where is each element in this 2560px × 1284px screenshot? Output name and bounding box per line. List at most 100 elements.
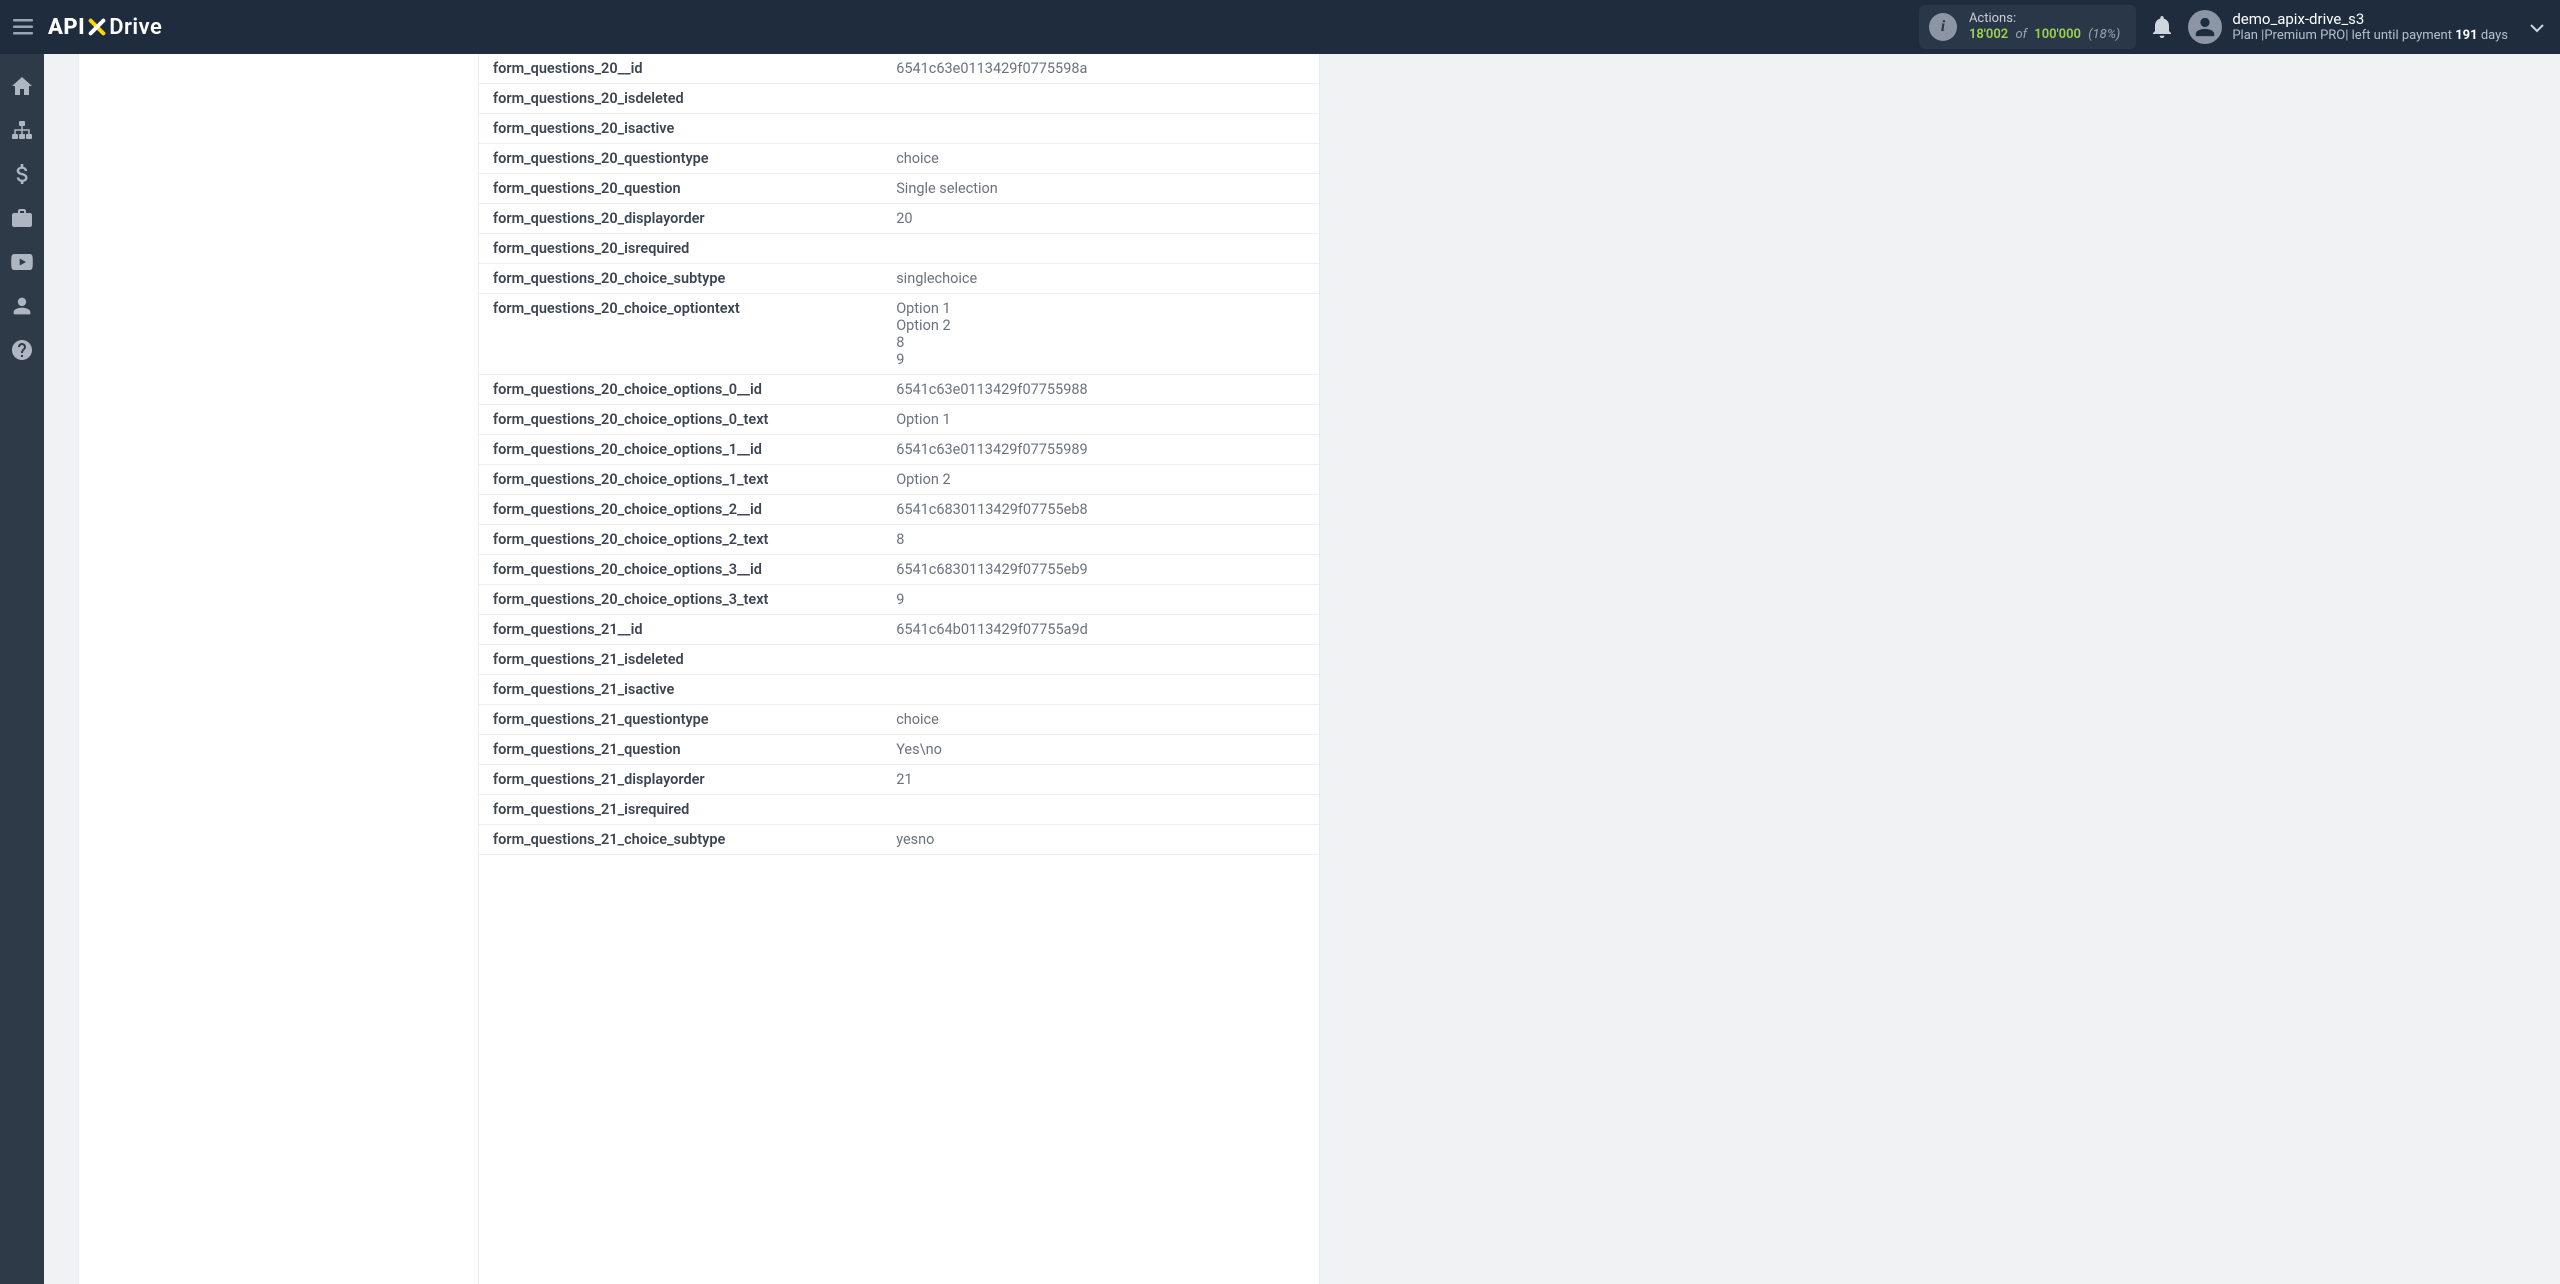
field-value: choice [882, 144, 1319, 174]
sitemap-icon[interactable] [0, 110, 44, 150]
table-row: form_questions_21__id6541c64b0113429f077… [479, 615, 1319, 645]
table-row: form_questions_21_isactive [479, 675, 1319, 705]
user-name: demo_apix-drive_s3 [2232, 10, 2508, 29]
field-key: form_questions_21_isdeleted [479, 645, 882, 675]
field-value [882, 114, 1319, 144]
field-value [882, 675, 1319, 705]
dollar-icon[interactable] [0, 154, 44, 194]
field-value: yesno [882, 825, 1319, 855]
field-value: 21 [882, 765, 1319, 795]
table-row: form_questions_20_isactive [479, 114, 1319, 144]
table-row: form_questions_20_questionSingle selecti… [479, 174, 1319, 204]
field-key: form_questions_20_choice_optiontext [479, 294, 882, 375]
table-row: form_questions_20_choice_subtypesinglech… [479, 264, 1319, 294]
youtube-icon[interactable] [0, 242, 44, 282]
field-value: 8 [882, 525, 1319, 555]
table-row: form_questions_20_choice_options_0_textO… [479, 405, 1319, 435]
field-key: form_questions_20_choice_options_3__id [479, 555, 882, 585]
top-header: API Drive i Actions: 18'002 of 100'000 (… [0, 0, 2560, 54]
table-row: form_questions_21_questiontypechoice [479, 705, 1319, 735]
logo[interactable]: API Drive [48, 15, 162, 40]
field-key: form_questions_21__id [479, 615, 882, 645]
table-row: form_questions_20_choice_options_3__id65… [479, 555, 1319, 585]
briefcase-icon[interactable] [0, 198, 44, 238]
field-value: 20 [882, 204, 1319, 234]
field-key: form_questions_20__id [479, 54, 882, 84]
field-key: form_questions_20_choice_subtype [479, 264, 882, 294]
user-menu[interactable]: demo_apix-drive_s3 Plan |Premium PRO| le… [2188, 10, 2544, 45]
field-key: form_questions_20_choice_options_3_text [479, 585, 882, 615]
logo-text-api: API [48, 15, 85, 40]
info-icon: i [1929, 13, 1957, 41]
table-row: form_questions_20_choice_optiontextOptio… [479, 294, 1319, 375]
table-row: form_questions_21_questionYes\no [479, 735, 1319, 765]
actions-counter[interactable]: i Actions: 18'002 of 100'000 (18%) [1919, 5, 2136, 50]
table-row: form_questions_20_choice_options_0__id65… [479, 375, 1319, 405]
field-value: 6541c63e0113429f07755988 [882, 375, 1319, 405]
table-row: form_questions_20_displayorder20 [479, 204, 1319, 234]
table-row: form_questions_20_questiontypechoice [479, 144, 1319, 174]
logo-text-drive: Drive [109, 15, 162, 40]
actions-label: Actions: [1969, 11, 2120, 27]
field-value: 6541c63e0113429f07755989 [882, 435, 1319, 465]
field-value: choice [882, 705, 1319, 735]
field-key: form_questions_20_questiontype [479, 144, 882, 174]
field-key: form_questions_20_isrequired [479, 234, 882, 264]
main-panel: form_questions_20__id6541c63e0113429f077… [78, 54, 1320, 1284]
table-row: form_questions_20_isrequired [479, 234, 1319, 264]
field-value [882, 645, 1319, 675]
sidebar [0, 54, 44, 1284]
table-row: form_questions_21_choice_subtypeyesno [479, 825, 1319, 855]
field-value [882, 84, 1319, 114]
field-value: 6541c64b0113429f07755a9d [882, 615, 1319, 645]
field-key: form_questions_20_question [479, 174, 882, 204]
field-key: form_questions_21_choice_subtype [479, 825, 882, 855]
field-value: singlechoice [882, 264, 1319, 294]
field-key: form_questions_20_displayorder [479, 204, 882, 234]
actions-counts: 18'002 of 100'000 (18%) [1969, 27, 2120, 43]
table-row: form_questions_21_isdeleted [479, 645, 1319, 675]
field-key: form_questions_21_displayorder [479, 765, 882, 795]
field-key: form_questions_21_isrequired [479, 795, 882, 825]
field-key: form_questions_20_choice_options_0__id [479, 375, 882, 405]
table-row: form_questions_20_choice_options_2__id65… [479, 495, 1319, 525]
field-key: form_questions_20_choice_options_1__id [479, 435, 882, 465]
field-key: form_questions_21_isactive [479, 675, 882, 705]
field-value: 6541c6830113429f07755eb8 [882, 495, 1319, 525]
bell-icon[interactable] [2152, 16, 2172, 38]
help-icon[interactable] [0, 330, 44, 370]
left-panel [79, 54, 479, 1284]
field-key: form_questions_21_questiontype [479, 705, 882, 735]
field-value: Option 1 Option 2 8 9 [882, 294, 1319, 375]
field-value: 9 [882, 585, 1319, 615]
table-row: form_questions_20_choice_options_1__id65… [479, 435, 1319, 465]
field-value [882, 795, 1319, 825]
table-row: form_questions_21_displayorder21 [479, 765, 1319, 795]
field-value: 6541c63e0113429f0775598a [882, 54, 1319, 84]
field-value: Option 2 [882, 465, 1319, 495]
table-row: form_questions_20_choice_options_1_textO… [479, 465, 1319, 495]
user-icon[interactable] [0, 286, 44, 326]
field-value: Option 1 [882, 405, 1319, 435]
field-value: Single selection [882, 174, 1319, 204]
field-key: form_questions_20_choice_options_2__id [479, 495, 882, 525]
table-row: form_questions_21_isrequired [479, 795, 1319, 825]
home-icon[interactable] [0, 66, 44, 106]
field-value [882, 234, 1319, 264]
table-row: form_questions_20_isdeleted [479, 84, 1319, 114]
hamburger-icon[interactable] [8, 12, 38, 42]
table-row: form_questions_20__id6541c63e0113429f077… [479, 54, 1319, 84]
field-table: form_questions_20__id6541c63e0113429f077… [479, 54, 1319, 1284]
field-value: 6541c6830113429f07755eb9 [882, 555, 1319, 585]
field-key: form_questions_20_choice_options_0_text [479, 405, 882, 435]
user-plan: Plan |Premium PRO| left until payment 19… [2232, 28, 2508, 44]
table-row: form_questions_20_choice_options_3_text9 [479, 585, 1319, 615]
avatar [2188, 10, 2222, 44]
table-row: form_questions_20_choice_options_2_text8 [479, 525, 1319, 555]
field-key: form_questions_20_isdeleted [479, 84, 882, 114]
logo-x-icon [86, 16, 108, 38]
field-key: form_questions_20_choice_options_2_text [479, 525, 882, 555]
field-value: Yes\no [882, 735, 1319, 765]
chevron-down-icon [2530, 18, 2544, 37]
field-key: form_questions_20_choice_options_1_text [479, 465, 882, 495]
